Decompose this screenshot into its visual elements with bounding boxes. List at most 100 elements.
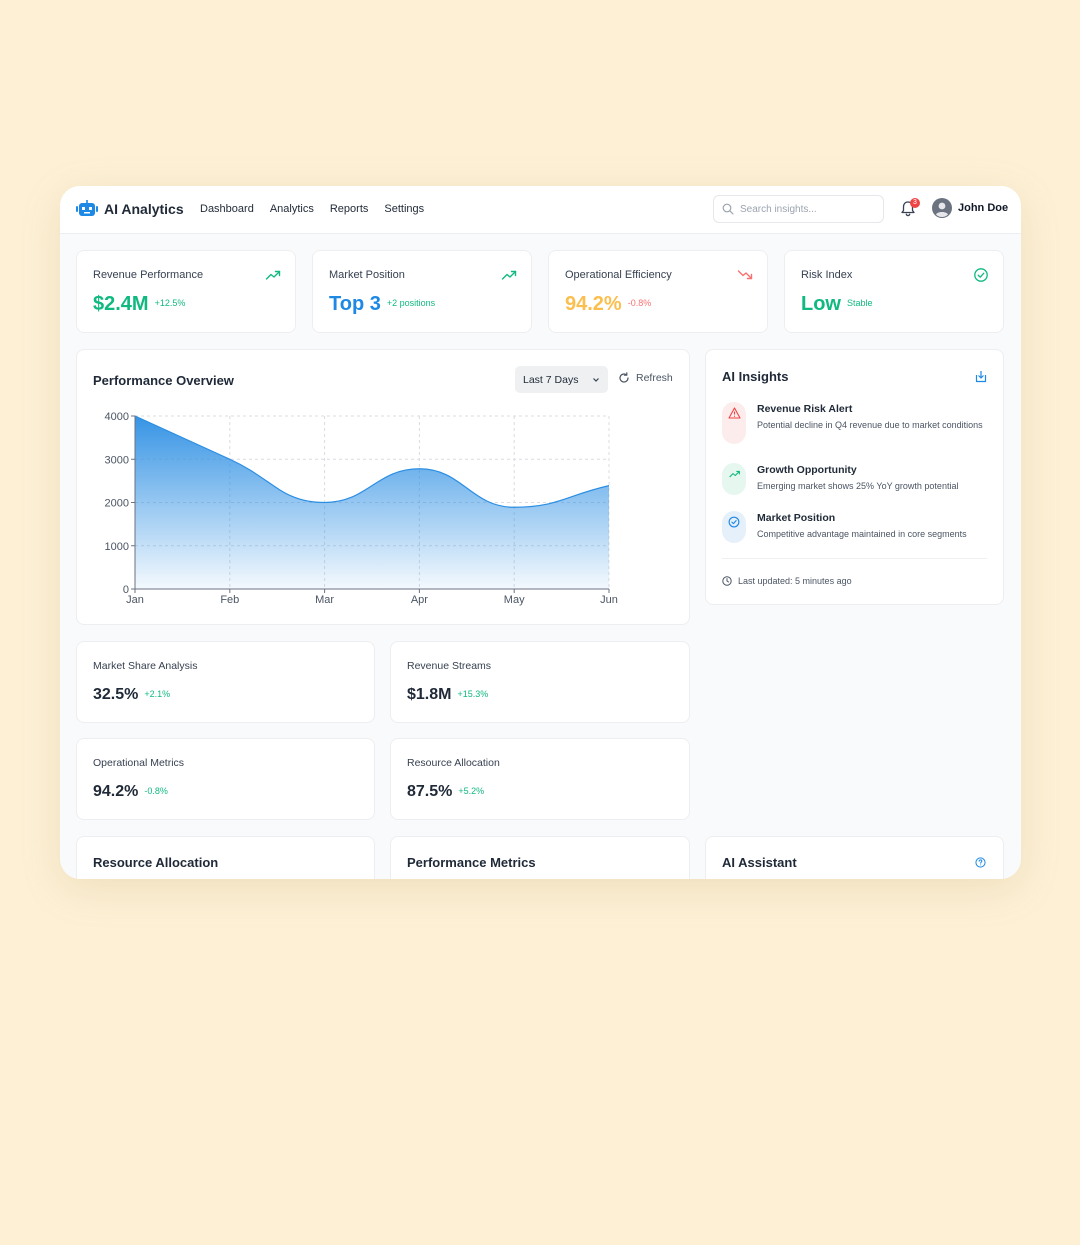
chevron-down-icon [593, 377, 599, 382]
y-tick-label: 1000 [105, 541, 129, 553]
kpi-value: 94.2% [565, 293, 622, 315]
metric-card-operational-metrics[interactable]: Operational Metrics 94.2% -0.8% [76, 738, 375, 820]
metric-value: 94.2% [93, 783, 139, 800]
insight-title: Growth Opportunity [757, 464, 857, 476]
kpi-label: Risk Index [801, 269, 853, 281]
clock-icon [722, 576, 732, 586]
avatar-icon [932, 198, 952, 218]
x-tick-label: Mar [315, 594, 334, 606]
metric-card-resource-allocation[interactable]: Resource Allocation 87.5% +5.2% [390, 738, 690, 820]
nav-analytics[interactable]: Analytics [270, 203, 314, 215]
date-range-value: Last 7 Days [523, 373, 579, 386]
main-nav: Dashboard Analytics Reports Settings [200, 203, 424, 215]
metric-label: Resource Allocation [407, 757, 500, 769]
kpi-delta: Stable [847, 298, 873, 308]
kpi-label: Operational Efficiency [565, 269, 672, 281]
performance-area-chart: 01000200030004000Jan Feb Mar Apr May Jun [105, 411, 618, 606]
metric-value: $1.8M [407, 686, 452, 703]
user-menu[interactable]: John Doe [932, 198, 1008, 218]
ai-assistant-card: AI Assistant [705, 836, 1004, 879]
x-tick-label: Jun [600, 594, 618, 606]
insight-icon-wrap [722, 463, 746, 495]
insight-title: Revenue Risk Alert [757, 403, 853, 415]
x-tick-label: Apr [411, 594, 428, 606]
check-circle-icon [728, 516, 740, 528]
metric-value: 32.5% [93, 686, 139, 703]
insight-title: Market Position [757, 512, 836, 524]
y-tick-label: 3000 [105, 454, 129, 466]
nav-settings[interactable]: Settings [384, 203, 424, 215]
nav-dashboard[interactable]: Dashboard [200, 203, 254, 215]
kpi-value: Top 3 [329, 293, 381, 315]
dashboard-window: AI Analytics Dashboard Analytics Reports… [60, 186, 1021, 879]
insight-growth-opportunity[interactable]: Growth Opportunity Emerging market shows… [722, 463, 982, 495]
kpi-label: Market Position [329, 269, 405, 281]
last-updated-text: Last updated: 5 minutes ago [738, 576, 852, 586]
kpi-card-market-position[interactable]: Market Position Top 3 +2 positions [312, 250, 532, 333]
performance-overview-title: Performance Overview [93, 373, 234, 388]
trend-up-icon [728, 470, 740, 478]
app-title: AI Analytics [104, 201, 184, 217]
ai-assistant-title: AI Assistant [722, 855, 797, 870]
insight-revenue-risk[interactable]: Revenue Risk Alert Potential decline in … [722, 402, 983, 446]
kpi-value: $2.4M [93, 293, 149, 315]
metric-delta: +15.3% [457, 689, 489, 699]
metric-delta: +2.1% [144, 689, 171, 699]
help-icon[interactable] [975, 857, 986, 868]
x-tick-label: Jan [126, 594, 144, 606]
robot-icon [76, 200, 98, 216]
date-range-select[interactable]: Last 7 Days [515, 366, 608, 393]
kpi-value-row: Top 3 +2 positions [329, 293, 435, 316]
search-input[interactable] [740, 203, 870, 215]
performance-metrics-card: Performance Metrics [390, 836, 690, 879]
user-name: John Doe [958, 202, 1009, 214]
brand[interactable]: AI Analytics [76, 200, 184, 218]
kpi-card-revenue[interactable]: Revenue Performance $2.4M +12.5% [76, 250, 296, 333]
insight-description: Emerging market shows 25% YoY growth pot… [757, 481, 959, 491]
y-tick-label: 2000 [105, 498, 129, 510]
nav-reports[interactable]: Reports [330, 203, 369, 215]
metric-card-market-share[interactable]: Market Share Analysis 32.5% +2.1% [76, 641, 375, 723]
metric-value-row: 87.5% +5.2% [407, 783, 484, 801]
kpi-value: Low [801, 293, 841, 315]
insight-icon-wrap [722, 511, 746, 543]
refresh-button[interactable]: Refresh [618, 372, 673, 384]
metric-delta: +5.2% [458, 786, 485, 796]
refresh-icon [619, 372, 629, 383]
last-updated: Last updated: 5 minutes ago [722, 576, 852, 586]
kpi-value-row: $2.4M +12.5% [93, 293, 185, 316]
divider [722, 558, 987, 559]
metric-value: 87.5% [407, 783, 453, 800]
trend-up-icon [265, 270, 281, 280]
notifications-button[interactable]: 3 [900, 198, 920, 218]
ai-insights-title: AI Insights [722, 369, 789, 384]
ai-insights-card: AI Insights Revenue Risk Alert Potential… [705, 349, 1004, 605]
x-tick-label: Feb [220, 594, 239, 606]
insight-icon-wrap [722, 402, 746, 444]
insight-description: Potential decline in Q4 revenue due to m… [757, 420, 983, 430]
metric-delta: -0.8% [144, 786, 168, 796]
trend-down-icon [737, 270, 753, 280]
metric-label: Operational Metrics [93, 757, 185, 769]
refresh-label: Refresh [636, 372, 673, 384]
notification-badge: 3 [910, 198, 920, 208]
metric-value-row: 32.5% +2.1% [93, 686, 170, 704]
metric-value-row: $1.8M +15.3% [407, 686, 488, 704]
kpi-delta: -0.8% [627, 298, 652, 308]
kpi-delta: +12.5% [154, 298, 186, 308]
kpi-delta: +2 positions [386, 298, 436, 308]
search-icon [722, 203, 734, 215]
kpi-value-row: 94.2% -0.8% [565, 293, 651, 316]
kpi-card-risk-index[interactable]: Risk Index Low Stable [784, 250, 1004, 333]
performance-metrics-title: Performance Metrics [407, 855, 536, 870]
insight-market-position[interactable]: Market Position Competitive advantage ma… [722, 511, 982, 543]
metric-label: Revenue Streams [407, 660, 492, 672]
kpi-card-operational-efficiency[interactable]: Operational Efficiency 94.2% -0.8% [548, 250, 768, 333]
metric-label: Market Share Analysis [93, 660, 198, 672]
resource-allocation-card: Resource Allocation [76, 836, 375, 879]
trend-up-icon [501, 270, 517, 280]
metric-card-revenue-streams[interactable]: Revenue Streams $1.8M +15.3% [390, 641, 690, 723]
download-icon[interactable] [975, 370, 987, 383]
x-tick-label: May [504, 594, 525, 606]
performance-overview-card: Performance Overview Last 7 Days Refresh… [76, 349, 690, 625]
